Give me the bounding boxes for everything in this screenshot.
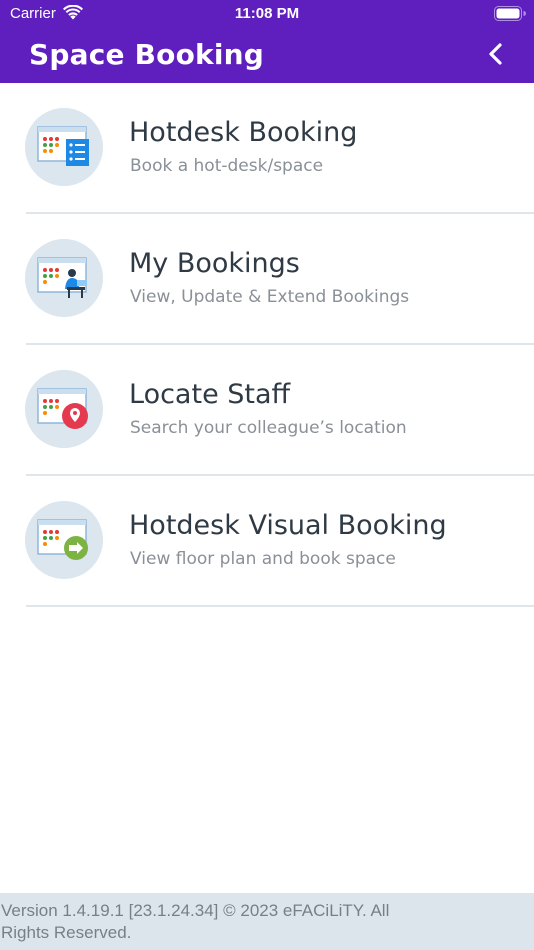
menu-item-subtitle: Book a hot-desk/space (130, 156, 324, 176)
menu-item-title: Locate Staff (129, 379, 291, 410)
menu-item-subtitle: View, Update & Extend Bookings (130, 287, 410, 307)
menu-item-hotdesk-visual-booking[interactable]: Hotdesk Visual Booking View floor plan a… (0, 476, 534, 607)
battery-icon (494, 6, 526, 21)
footer: Version 1.4.19.1 [23.1.24.34] © 2023 eFA… (0, 893, 534, 950)
locate-staff-icon (25, 370, 103, 448)
menu-item-my-bookings[interactable]: My Bookings View, Update & Extend Bookin… (0, 214, 534, 345)
menu-item-locate-staff[interactable]: Locate Staff Search your colleague’s loc… (0, 345, 534, 476)
screen: Carrier 11:08 PM Space Booking Hotdesk B… (0, 0, 534, 950)
title-bar: Space Booking (0, 28, 534, 83)
menu-item-subtitle: Search your colleague’s location (130, 418, 407, 438)
menu-item-title: Hotdesk Visual Booking (129, 510, 447, 541)
visual-booking-icon (25, 501, 103, 579)
my-bookings-icon (25, 239, 103, 317)
copyright-text: Version 1.4.19.1 [23.1.24.34] © 2023 eFA… (1, 901, 390, 942)
status-bar: Carrier 11:08 PM (0, 0, 534, 28)
menu-item-title: Hotdesk Booking (129, 117, 358, 148)
app-header: Carrier 11:08 PM Space Booking (0, 0, 534, 83)
status-time: 11:08 PM (234, 5, 300, 22)
menu-list: Hotdesk Booking Book a hot-desk/space My… (0, 83, 534, 607)
menu-item-title: My Bookings (129, 248, 300, 279)
menu-item-subtitle: View floor plan and book space (130, 549, 396, 569)
back-chevron-icon[interactable] (482, 40, 510, 68)
hotdesk-booking-icon (25, 108, 103, 186)
menu-item-hotdesk-booking[interactable]: Hotdesk Booking Book a hot-desk/space (0, 83, 534, 214)
page-title: Space Booking (29, 38, 265, 71)
divider (26, 605, 534, 607)
